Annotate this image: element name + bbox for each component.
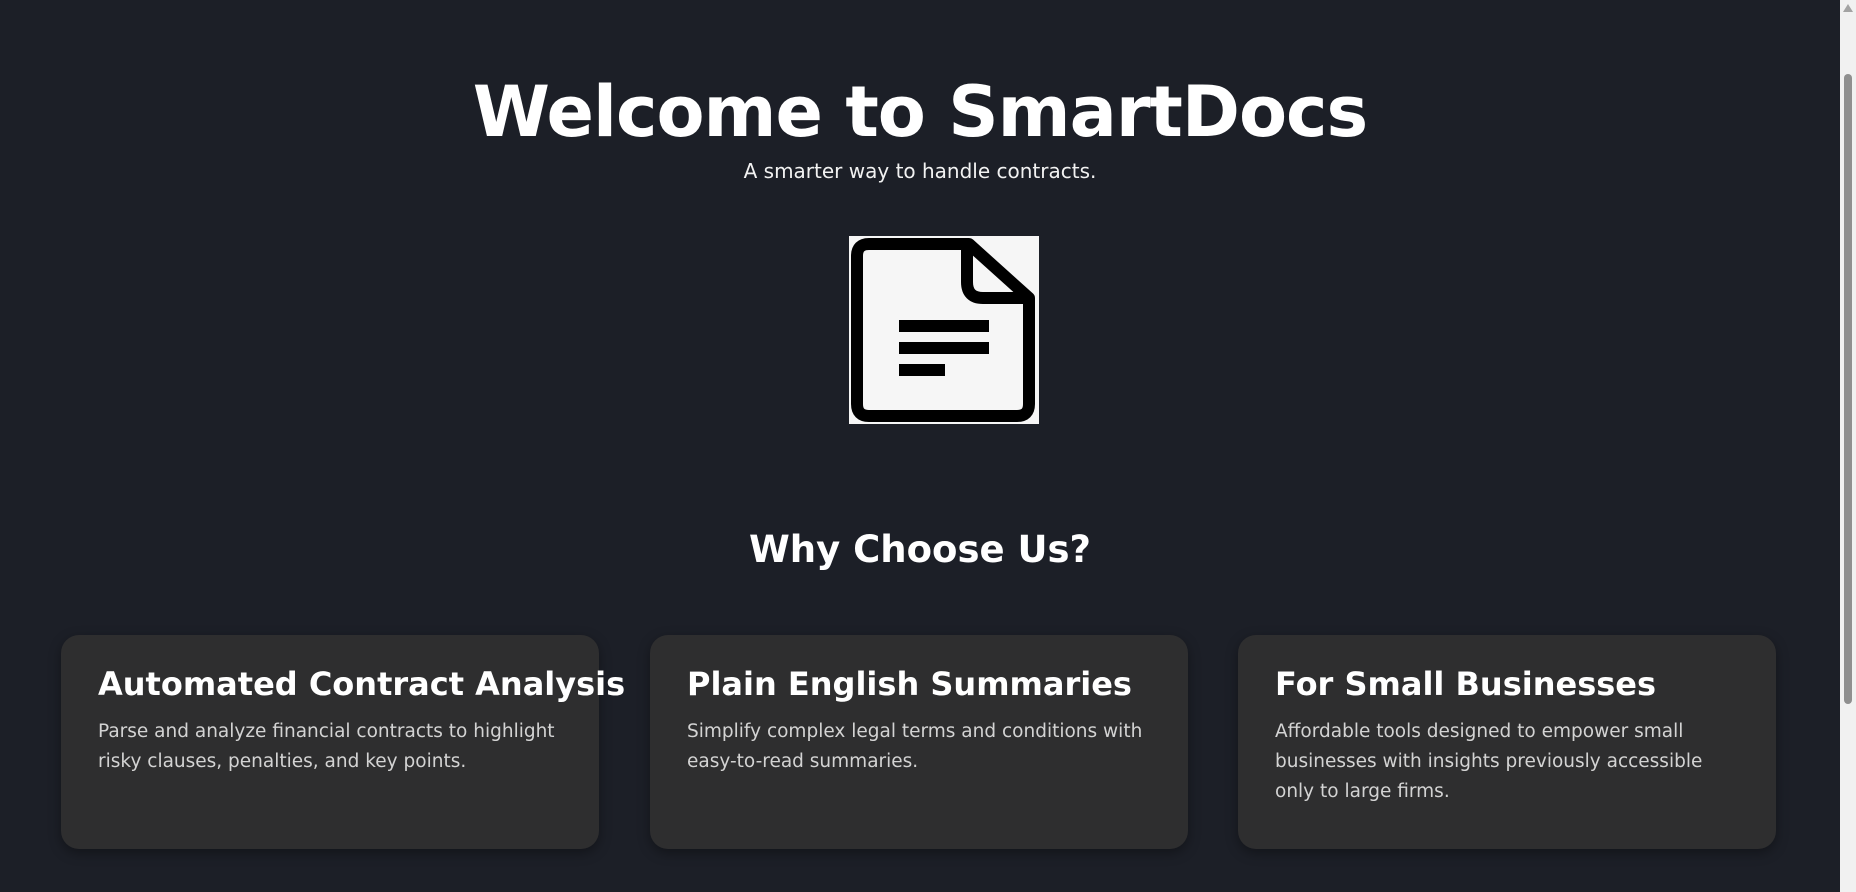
page-title: Welcome to SmartDocs xyxy=(472,71,1368,153)
page-subtitle: A smarter way to handle contracts. xyxy=(743,159,1097,183)
scrollbar-thumb[interactable] xyxy=(1844,74,1852,704)
landing-page: Welcome to SmartDocs A smarter way to ha… xyxy=(0,0,1840,892)
feature-card-plain-english: Plain English Summaries Simplify complex… xyxy=(650,635,1188,849)
feature-card-small-businesses: For Small Businesses Affordable tools de… xyxy=(1238,635,1776,849)
feature-card-contract-analysis: Automated Contract Analysis Parse and an… xyxy=(61,635,626,849)
browser-viewport: Welcome to SmartDocs A smarter way to ha… xyxy=(0,0,1856,892)
section-heading: Why Choose Us? xyxy=(748,528,1091,571)
vertical-scrollbar[interactable] xyxy=(1840,0,1856,892)
scroll-up-arrow-icon[interactable] xyxy=(1843,4,1853,12)
card-title: Automated Contract Analysis xyxy=(98,665,626,703)
card-description: Simplify complex legal terms and conditi… xyxy=(687,721,1143,772)
card-description: Affordable tools designed to empower sma… xyxy=(1275,721,1703,802)
card-description: Parse and analyze financial contracts to… xyxy=(98,721,555,772)
document-icon xyxy=(849,236,1039,424)
card-title: Plain English Summaries xyxy=(687,665,1132,703)
card-title: For Small Businesses xyxy=(1275,665,1657,703)
